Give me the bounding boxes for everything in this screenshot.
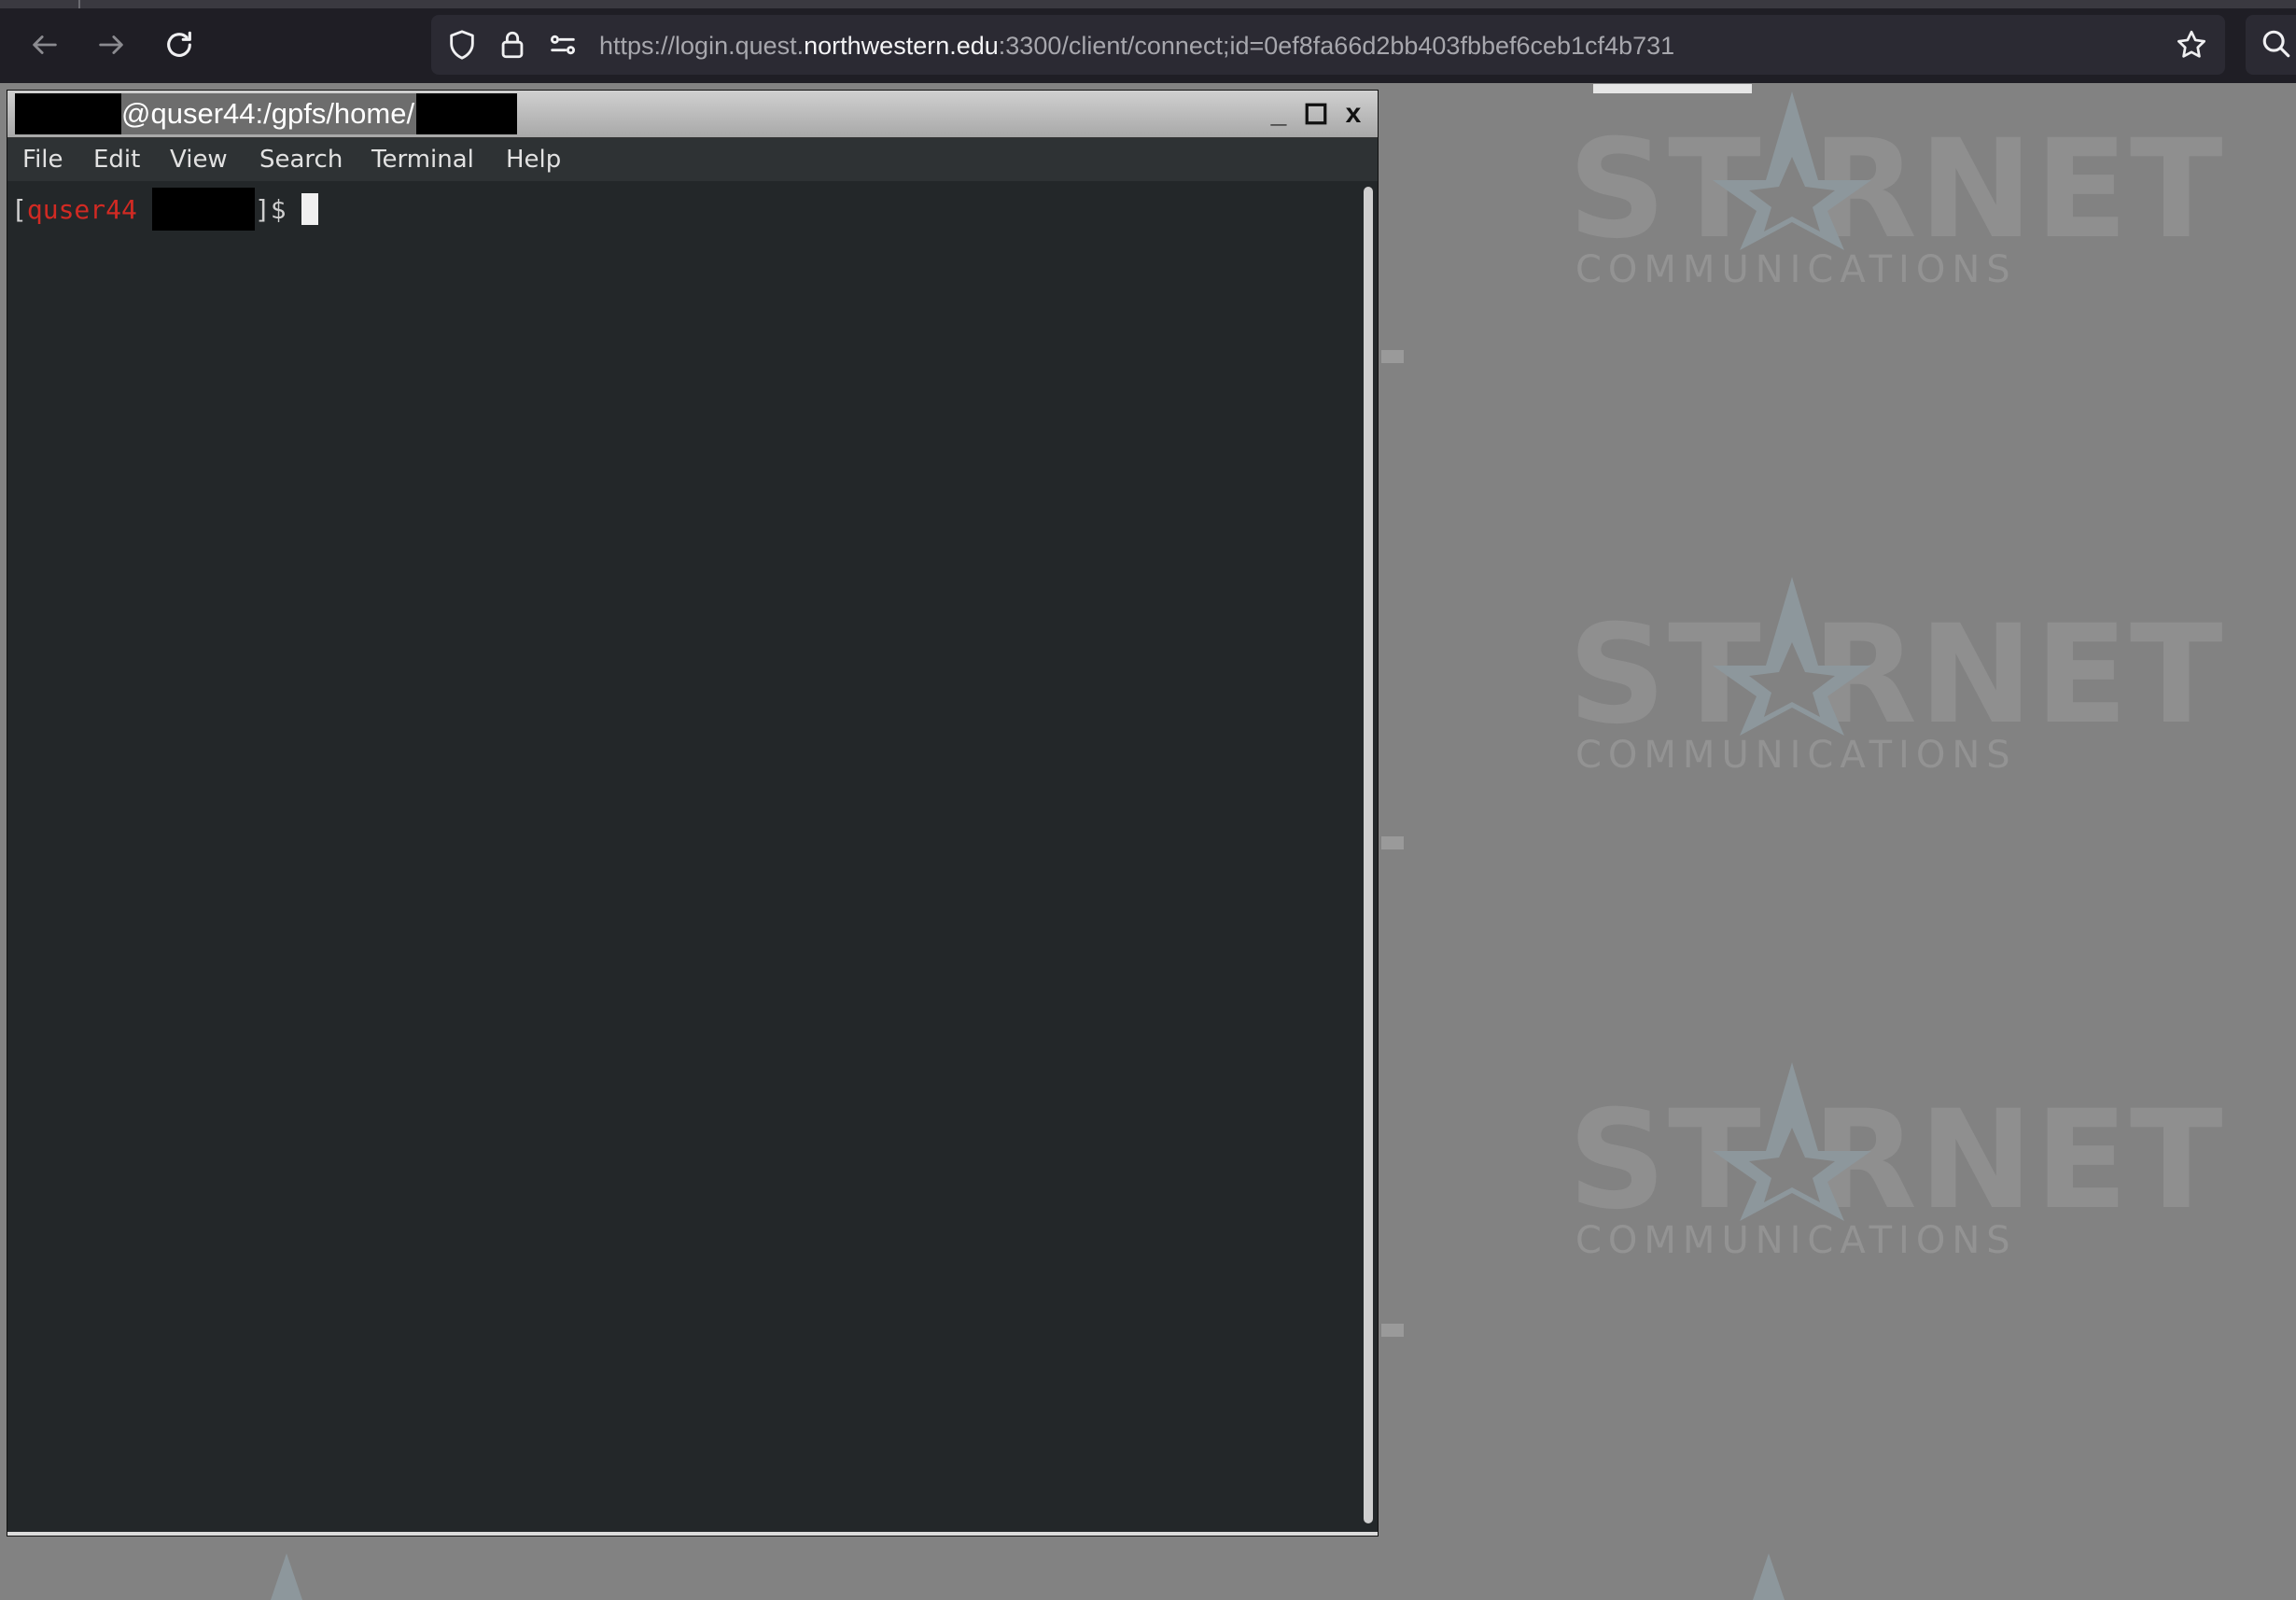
- prompt-user: quser44: [26, 193, 137, 225]
- address-bar[interactable]: https://login.quest.northwestern.edu:330…: [431, 15, 2225, 75]
- menu-edit[interactable]: Edit: [93, 144, 140, 175]
- reload-button[interactable]: [155, 21, 203, 69]
- watermark-subtitle: COMMUNICATIONS: [1575, 734, 2017, 777]
- edge-mark: [1381, 836, 1404, 849]
- redacted-path: [416, 93, 518, 134]
- prompt-open-bracket: [: [11, 193, 27, 225]
- star-logo-icon: [1753, 1553, 1785, 1600]
- menu-view[interactable]: View: [170, 144, 228, 175]
- watermark-logo: ST RNET COMMUNICATIONS: [1568, 1062, 2223, 1277]
- menu-help[interactable]: Help: [506, 144, 561, 175]
- maximize-button[interactable]: [1301, 98, 1331, 130]
- text-cursor: [301, 193, 318, 225]
- terminal-scrollbar[interactable]: [1361, 187, 1376, 1527]
- back-button[interactable]: [21, 21, 69, 69]
- maximize-icon: [1305, 103, 1327, 125]
- watermark-subtitle: COMMUNICATIONS: [1575, 248, 2017, 291]
- close-button[interactable]: x: [1338, 98, 1368, 130]
- terminal-bottom-border: [7, 1532, 1378, 1536]
- search-icon: [2262, 30, 2290, 58]
- tab-separator: [78, 0, 80, 8]
- browser-toolbar: https://login.quest.northwestern.edu:330…: [0, 0, 2296, 83]
- permissions-icon[interactable]: [547, 29, 579, 61]
- arrow-right-icon: [99, 35, 123, 54]
- shell-prompt: [quser44 ]$: [11, 188, 318, 231]
- terminal-titlebar[interactable]: @quser44:/gpfs/home/ _ x: [7, 91, 1378, 138]
- star-logo-icon: [271, 1553, 302, 1600]
- lock-icon[interactable]: [497, 29, 528, 61]
- reload-icon: [167, 31, 191, 57]
- minimize-button[interactable]: _: [1264, 98, 1294, 130]
- prompt-close: ]$: [254, 193, 287, 225]
- redacted-hostdir: [151, 188, 255, 231]
- watermark-subtitle: COMMUNICATIONS: [1575, 1219, 2017, 1262]
- watermark-logo: ST RNET COMMUNICATIONS: [1568, 577, 2223, 792]
- url-suffix: :3300/client/connect;id=0ef8fa66d2bb403f…: [998, 32, 1675, 60]
- star-logo-icon: [1713, 1062, 1871, 1221]
- redacted-username: [15, 93, 121, 134]
- arrow-left-icon: [33, 35, 57, 54]
- search-button[interactable]: [2246, 15, 2296, 75]
- watermark-logo: ST RNET COMMUNICATIONS: [1568, 91, 2223, 306]
- edge-mark: [1381, 350, 1404, 363]
- star-logo-icon: [1713, 91, 1871, 250]
- star-logo-icon: [1713, 577, 1871, 736]
- tab-strip: [0, 0, 2296, 8]
- star-icon[interactable]: [2175, 28, 2208, 62]
- url-prefix: https://login.quest.: [599, 32, 805, 60]
- terminal-window[interactable]: @quser44:/gpfs/home/ _ x File Edit View …: [7, 91, 1378, 1536]
- terminal-output[interactable]: [quser44 ]$: [7, 181, 1361, 1533]
- url-text[interactable]: https://login.quest.northwestern.edu:330…: [599, 30, 1674, 62]
- url-domain: northwestern.edu: [804, 32, 999, 60]
- terminal-title-text: @quser44:/gpfs/home/: [121, 93, 417, 134]
- menu-file[interactable]: File: [22, 144, 63, 175]
- edge-mark: [1381, 1324, 1404, 1337]
- terminal-title: @quser44:/gpfs/home/: [15, 93, 518, 134]
- menu-search[interactable]: Search: [259, 144, 343, 175]
- screen: https://login.quest.northwestern.edu:330…: [0, 0, 2296, 1600]
- menu-terminal[interactable]: Terminal: [371, 144, 474, 175]
- forward-button[interactable]: [87, 21, 135, 69]
- terminal-menubar: File Edit View Search Terminal Help: [7, 138, 1378, 181]
- shield-icon[interactable]: [446, 29, 478, 61]
- scrollbar-thumb[interactable]: [1364, 187, 1373, 1523]
